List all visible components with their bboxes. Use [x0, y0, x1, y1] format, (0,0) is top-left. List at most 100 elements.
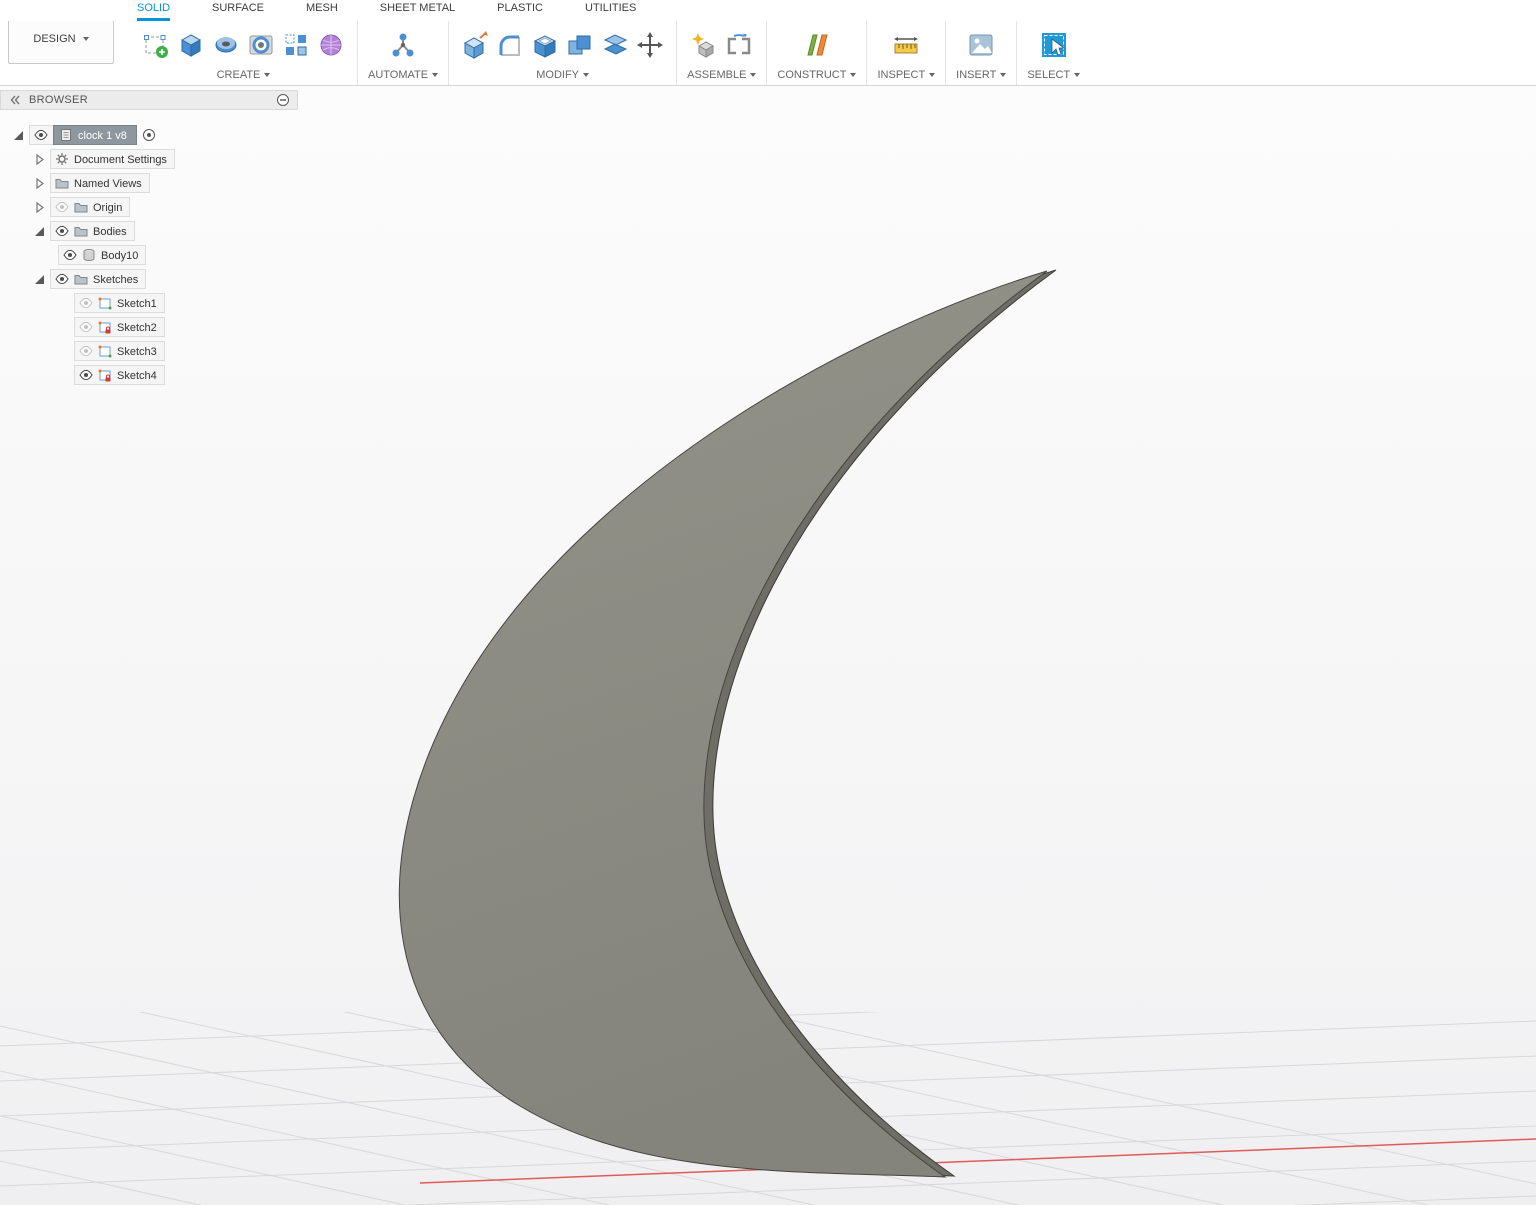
hole-icon[interactable] — [245, 29, 277, 61]
tree-row-named-views[interactable]: Named Views — [33, 171, 298, 195]
tab-sheet-metal[interactable]: SHEET METAL — [380, 0, 455, 21]
inspect-group-label[interactable]: INSPECT — [877, 67, 936, 83]
tree-row-sketch3[interactable]: Sketch3 — [74, 339, 298, 363]
tab-surface[interactable]: SURFACE — [212, 0, 264, 21]
tree-item-label: Sketches — [93, 273, 139, 286]
tree-item-label: Sketch4 — [117, 369, 157, 382]
tree-row-sketch2[interactable]: Sketch2 — [74, 315, 298, 339]
toolbar-group-assemble: ASSEMBLE — [677, 21, 768, 85]
chevron-down-icon — [1000, 73, 1007, 77]
tree-row-document-settings[interactable]: Document Settings — [33, 147, 298, 171]
create-sketch-icon[interactable] — [140, 29, 172, 61]
fillet-icon[interactable] — [494, 29, 526, 61]
browser-panel: BROWSER clock 1 v8 Document Settings Nam… — [0, 90, 298, 387]
tab-solid[interactable]: SOLID — [137, 0, 171, 21]
folder-icon — [55, 179, 69, 189]
configure-icon[interactable] — [387, 29, 419, 61]
sketch-icon — [98, 345, 112, 358]
tree-row-sketch1[interactable]: Sketch1 — [74, 291, 298, 315]
chevron-down-icon — [929, 73, 936, 77]
split-body-icon[interactable] — [599, 29, 631, 61]
tree-row-bodies[interactable]: Bodies — [33, 219, 298, 243]
chevron-down-icon — [264, 73, 271, 77]
circle-minus-icon[interactable] — [276, 93, 290, 107]
chevron-down-icon — [850, 73, 857, 77]
tab-plastic[interactable]: PLASTIC — [497, 0, 543, 21]
create-form-icon[interactable] — [315, 29, 347, 61]
tree-item-label: Document Settings — [74, 153, 167, 166]
expand-arrow-icon[interactable] — [33, 273, 46, 286]
tab-mesh[interactable]: MESH — [306, 0, 338, 21]
toolbar-group-inspect: INSPECT — [867, 21, 947, 85]
eye-hidden-icon[interactable] — [55, 200, 69, 214]
chevron-down-icon — [432, 73, 439, 77]
sketch-locked-icon — [98, 369, 111, 382]
tree-row-sketch4[interactable]: Sketch4 — [74, 363, 298, 387]
extrude-icon[interactable] — [175, 29, 207, 61]
tree-row-origin[interactable]: Origin — [33, 195, 298, 219]
tree-item-label: Origin — [93, 201, 123, 214]
tree-row-root[interactable]: clock 1 v8 — [12, 123, 298, 147]
tab-utilities[interactable]: UTILITIES — [585, 0, 636, 21]
tree-row-body10[interactable]: Body10 — [58, 243, 298, 267]
tree-item-label: Sketch2 — [117, 321, 157, 334]
eye-visible-icon[interactable] — [55, 272, 69, 286]
new-component-icon[interactable] — [688, 29, 720, 61]
chevron-down-icon — [1074, 73, 1081, 77]
create-group-label[interactable]: CREATE — [217, 67, 271, 83]
toolbar-group-insert: INSERT — [946, 21, 1018, 85]
chevron-down-icon — [82, 37, 89, 41]
eye-hidden-icon[interactable] — [79, 344, 93, 358]
collapsed-arrow-icon[interactable] — [33, 153, 46, 166]
gear-icon — [56, 153, 68, 165]
measure-icon[interactable] — [890, 29, 922, 61]
toolbar-group-create: CREATE — [130, 21, 358, 85]
tree-row-sketches[interactable]: Sketches — [33, 267, 298, 291]
folder-icon — [74, 275, 88, 285]
move-copy-icon[interactable] — [634, 29, 666, 61]
pattern-icon[interactable] — [280, 29, 312, 61]
collapse-panel-icon[interactable] — [8, 93, 22, 107]
eye-visible-icon[interactable] — [79, 368, 93, 382]
select-icon[interactable] — [1038, 29, 1070, 61]
expand-arrow-icon[interactable] — [33, 225, 46, 238]
root-selected-highlight[interactable]: clock 1 v8 — [53, 125, 137, 145]
chevron-down-icon — [750, 73, 757, 77]
root-chip[interactable]: clock 1 v8 — [29, 125, 137, 145]
tree-item-label: Bodies — [93, 225, 127, 238]
automate-group-label[interactable]: AUTOMATE — [368, 67, 439, 83]
collapsed-arrow-icon[interactable] — [33, 201, 46, 214]
press-pull-icon[interactable] — [459, 29, 491, 61]
toolbar-group-select: SELECT — [1017, 21, 1090, 85]
design-label: DESIGN — [33, 33, 76, 45]
eye-hidden-icon[interactable] — [79, 320, 93, 334]
shell-icon[interactable] — [529, 29, 561, 61]
eye-visible-icon[interactable] — [55, 224, 69, 238]
joint-icon[interactable] — [723, 29, 755, 61]
folder-icon — [74, 227, 88, 237]
activate-component-radio-icon[interactable] — [142, 128, 156, 142]
folder-icon — [74, 203, 88, 213]
eye-visible-icon[interactable] — [63, 248, 77, 262]
tree-item-label: Body10 — [101, 249, 139, 262]
eye-visible-icon[interactable] — [34, 128, 48, 142]
design-workspace-dropdown[interactable]: DESIGN — [8, 14, 114, 64]
expand-arrow-icon[interactable] — [12, 129, 25, 142]
revolve-icon[interactable] — [210, 29, 242, 61]
eye-hidden-icon[interactable] — [79, 296, 93, 310]
main-toolbar: DESIGN CREATE AUTOMATE MODIFY ASSEMBLE C… — [0, 14, 1536, 86]
chevron-down-icon — [583, 73, 589, 77]
browser-header[interactable]: BROWSER — [0, 90, 298, 110]
toolbar-group-automate: AUTOMATE — [358, 21, 450, 85]
insert-group-label[interactable]: INSERT — [956, 67, 1007, 83]
collapsed-arrow-icon[interactable] — [33, 177, 46, 190]
browser-title: BROWSER — [29, 94, 88, 106]
construction-plane-icon[interactable] — [801, 29, 833, 61]
assemble-group-label[interactable]: ASSEMBLE — [687, 67, 757, 83]
body-crescent[interactable] — [398, 270, 1048, 1178]
select-group-label[interactable]: SELECT — [1027, 67, 1081, 83]
modify-group-label[interactable]: MODIFY — [536, 67, 589, 83]
insert-canvas-icon[interactable] — [965, 29, 997, 61]
combine-icon[interactable] — [564, 29, 596, 61]
construct-group-label[interactable]: CONSTRUCT — [777, 67, 857, 83]
